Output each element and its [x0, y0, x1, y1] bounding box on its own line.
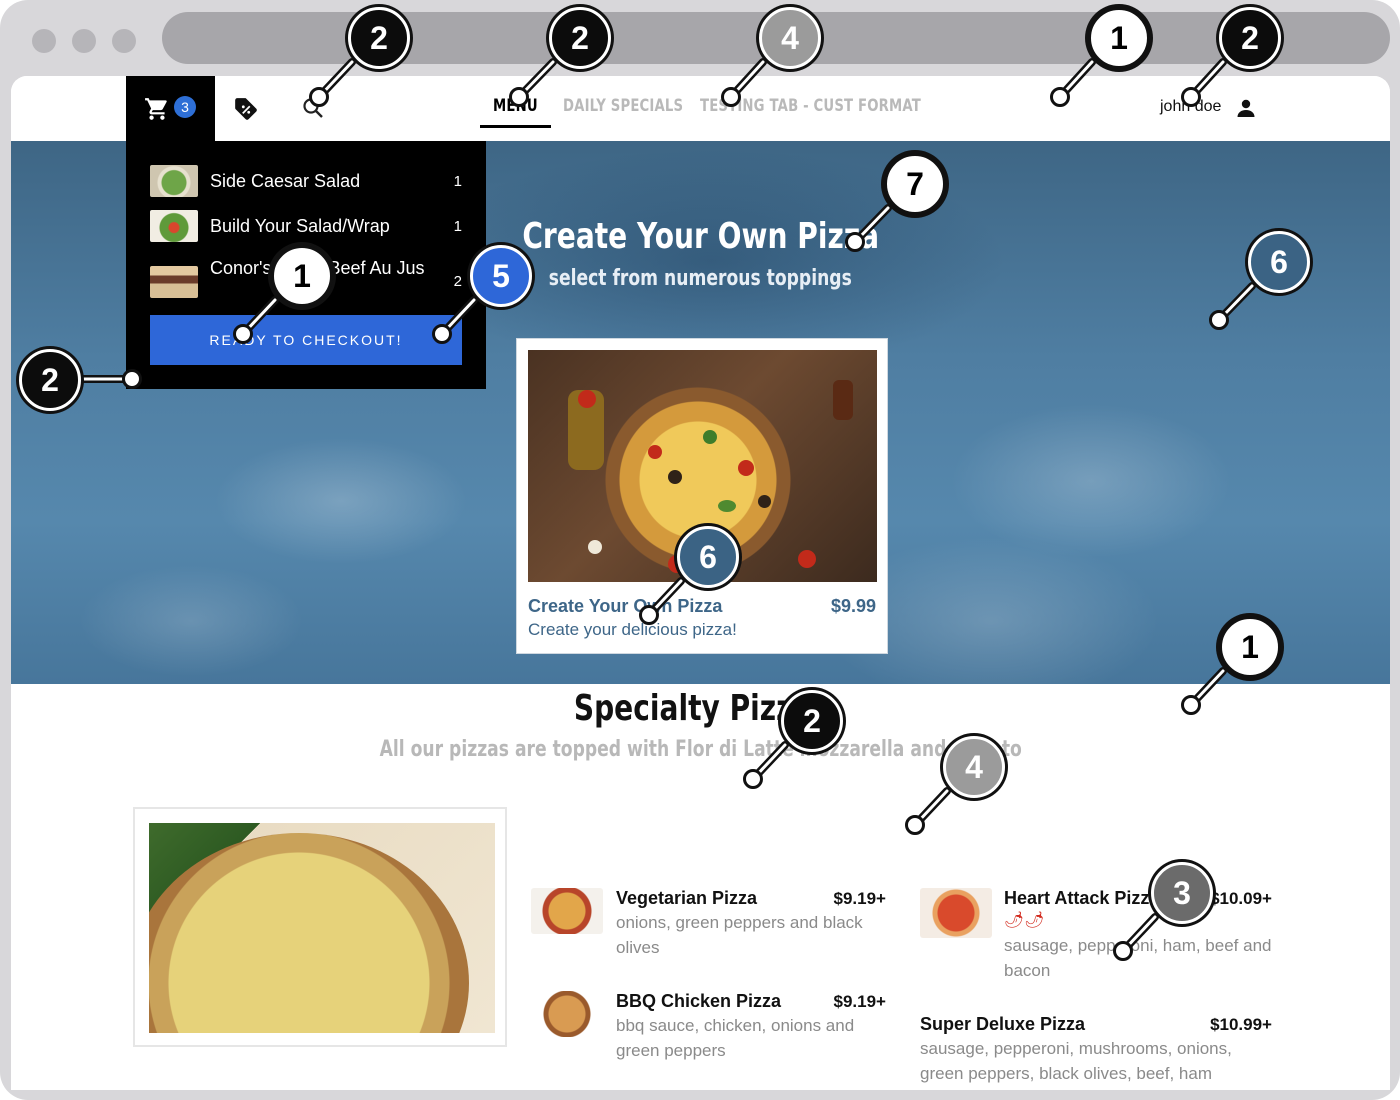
- featured-pizza-photo: [149, 823, 495, 1033]
- callout-badge: 7: [884, 153, 946, 215]
- menu-item-name: Vegetarian Pizza: [616, 888, 758, 908]
- cart-count-badge: 3: [174, 96, 196, 118]
- menu-item-price: $10.09+: [1210, 889, 1272, 908]
- coupon-button[interactable]: [233, 96, 259, 122]
- callout-badge: 6: [677, 526, 739, 588]
- callout-pin: [905, 815, 925, 835]
- menu-item-description: sausage, pepperoni, ham, beef and bacon: [1004, 936, 1272, 980]
- menu-item-thumbnail: [531, 888, 603, 934]
- menu-item-vegetarian[interactable]: Vegetarian Pizza $9.19+ onions, green pe…: [531, 888, 886, 978]
- callout-badge: 2: [348, 7, 410, 69]
- callout-badge: 2: [549, 7, 611, 69]
- callout-pin: [743, 769, 763, 789]
- cart-item-thumbnail: [150, 165, 198, 197]
- callout-pin: [639, 605, 659, 625]
- callout-pin: [233, 324, 253, 344]
- menu-item-name: Heart Attack Pizza: [1004, 888, 1160, 908]
- menu-item-heart-attack[interactable]: Heart Attack Pizza $10.09+ 🌶🌶 sausage, p…: [920, 888, 1272, 988]
- callout-badge: 4: [759, 7, 821, 69]
- menu-item-bbq-chicken[interactable]: BBQ Chicken Pizza $9.19+ bbq sauce, chic…: [531, 991, 886, 1081]
- window-dot-close[interactable]: [32, 29, 56, 53]
- cart-item-name: Build Your Salad/Wrap: [210, 216, 390, 236]
- callout-pin: [1181, 87, 1201, 107]
- callout-pin: [721, 87, 741, 107]
- callout-pin: [1050, 87, 1070, 107]
- cart-icon: [145, 98, 167, 120]
- callout-pin: [845, 232, 865, 252]
- tab-daily-specials[interactable]: DAILY SPECIALS: [563, 96, 683, 116]
- cart-item-qty: 1: [453, 173, 462, 190]
- menu-item-price: $9.19+: [833, 889, 886, 908]
- specialty-subtitle: All our pizzas are topped with Flor di L…: [379, 737, 1022, 762]
- menu-item-description: bbq sauce, chicken, onions and green pep…: [616, 1016, 855, 1060]
- menu-item-price: $9.19+: [833, 992, 886, 1011]
- menu-item-name: BBQ Chicken Pizza: [616, 991, 782, 1011]
- site-header: 3 MENU DAILY SPECIALS TESTING TAB - CUST…: [11, 76, 1390, 141]
- featured-pizza-card[interactable]: [133, 807, 507, 1047]
- callout-badge: 4: [943, 736, 1005, 798]
- callout-badge: 2: [1219, 7, 1281, 69]
- checkout-button[interactable]: READY TO CHECKOUT!: [150, 315, 462, 365]
- cart-item-qty: 1: [453, 218, 462, 235]
- callout-pin: [309, 87, 329, 107]
- active-tab-indicator: [480, 125, 551, 128]
- product-price: $9.99: [830, 596, 876, 616]
- callout-pin: [1113, 941, 1133, 961]
- callout-badge: 3: [1151, 862, 1213, 924]
- cart-item-thumbnail: [150, 210, 198, 242]
- callout-badge: 5: [470, 245, 532, 307]
- callout-pin: [122, 369, 142, 389]
- menu-item-thumbnail: [920, 888, 992, 938]
- callout-badge: 1: [1219, 616, 1281, 678]
- cart-item-thumbnail: [150, 266, 198, 298]
- menu-item-thumbnail: [531, 991, 603, 1037]
- coupon-tag-icon: [235, 98, 257, 120]
- callout-badge: 2: [781, 690, 843, 752]
- menu-item-description: sausage, pepperoni, mushrooms, onions, g…: [920, 1039, 1232, 1083]
- menu-item-price: $10.99+: [1210, 1015, 1272, 1034]
- spicy-chili-icon: 🌶🌶: [1004, 912, 1045, 929]
- callout-badge: 1: [1088, 7, 1150, 69]
- cart-button[interactable]: 3: [126, 76, 215, 141]
- window-dot-maximize[interactable]: [112, 29, 136, 53]
- menu-item-super-deluxe[interactable]: Super Deluxe Pizza $10.99+ sausage, pepp…: [920, 1014, 1272, 1090]
- callout-pin: [509, 87, 529, 107]
- product-description: Create your delicious pizza!: [528, 620, 737, 639]
- create-your-own-pizza-card[interactable]: Create Your Own Pizza $9.99 Create your …: [516, 338, 888, 654]
- cart-item-name: Side Caesar Salad: [210, 171, 361, 191]
- product-name: Create Your Own Pizza: [528, 596, 723, 616]
- callout-pin: [432, 324, 452, 344]
- window-dot-minimize[interactable]: [72, 29, 96, 53]
- cart-item-qty: 2: [453, 273, 462, 290]
- callout-pin: [1209, 310, 1229, 330]
- callout-badge: 2: [19, 349, 81, 411]
- callout-pin: [1181, 695, 1201, 715]
- menu-item-name: Super Deluxe Pizza: [920, 1014, 1086, 1034]
- menu-item-description: onions, green peppers and black olives: [616, 913, 863, 957]
- callout-badge: 6: [1248, 231, 1310, 293]
- callout-badge: 1: [271, 245, 333, 307]
- user-icon[interactable]: [1234, 96, 1258, 120]
